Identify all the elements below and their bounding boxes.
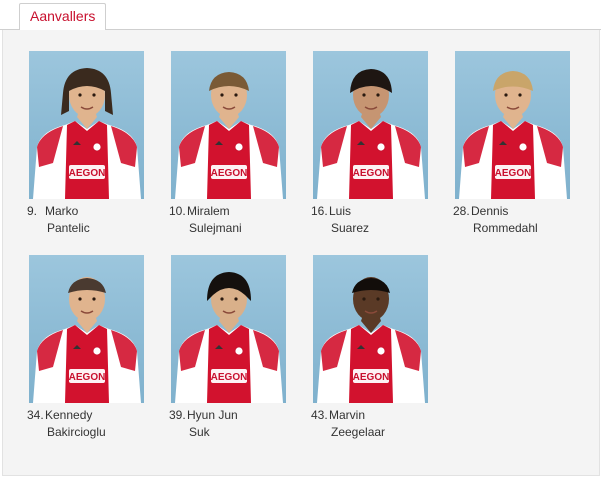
player-card[interactable]: AEGON 10. Miralem Sulejmani — [169, 51, 309, 237]
player-last-name: Rommedahl — [473, 221, 538, 235]
player-first-name: Kennedy — [45, 408, 93, 422]
player-photo[interactable]: AEGON — [171, 255, 286, 403]
svg-text:AEGON: AEGON — [211, 168, 248, 179]
player-portrait: AEGON — [175, 272, 283, 403]
player-card[interactable]: AEGON 39. Hyun Jun Suk — [169, 255, 309, 441]
player-last-name: Zeegelaar — [331, 425, 386, 439]
player-card[interactable]: AEGON 34. Kennedy Bakircioglu — [27, 255, 167, 441]
player-first-name: Miralem — [187, 204, 230, 218]
svg-text:AEGON: AEGON — [353, 168, 390, 179]
player-caption: 16. Luis Suarez — [311, 203, 451, 237]
player-first-name: Marko — [45, 204, 79, 218]
player-caption: 28. Dennis Rommedahl — [453, 203, 593, 237]
player-portrait: AEGON — [175, 72, 283, 199]
player-caption: 34. Kennedy Bakircioglu — [27, 407, 167, 441]
player-photo[interactable]: AEGON — [313, 255, 428, 403]
tab-bar: Aanvallers — [0, 0, 601, 31]
player-photo[interactable]: AEGON — [313, 51, 428, 199]
player-number: 43. — [311, 408, 328, 422]
player-photo[interactable]: AEGON — [171, 51, 286, 199]
player-photo[interactable]: AEGON — [29, 255, 144, 403]
player-number: 16. — [311, 204, 328, 218]
player-caption: 9. Marko Pantelic — [27, 203, 167, 237]
player-portrait: AEGON — [459, 71, 567, 199]
svg-text:AEGON: AEGON — [69, 168, 106, 179]
player-first-name: Luis — [329, 204, 352, 218]
player-last-name: Suarez — [331, 221, 370, 235]
svg-text:AEGON: AEGON — [495, 168, 532, 179]
player-number: 34. — [27, 408, 44, 422]
player-last-name: Bakircioglu — [47, 425, 106, 439]
player-caption: 43. Marvin Zeegelaar — [311, 407, 451, 441]
player-card[interactable]: AEGON 9. Marko Pantelic — [27, 51, 167, 237]
player-portrait: AEGON — [33, 277, 141, 403]
player-last-name: Pantelic — [47, 221, 90, 235]
player-number: 10. — [169, 204, 186, 218]
svg-text:AEGON: AEGON — [69, 372, 106, 383]
player-card[interactable]: AEGON 43. Marvin Zeegelaar — [311, 255, 451, 441]
player-caption: 39. Hyun Jun Suk — [169, 407, 309, 441]
player-first-name: Dennis — [471, 204, 509, 218]
player-card[interactable]: AEGON 28. Dennis Rommedahl — [453, 51, 593, 237]
player-number: 39. — [169, 408, 186, 422]
player-first-name: Marvin — [329, 408, 366, 422]
player-portrait: AEGON — [317, 69, 425, 199]
player-card[interactable]: AEGON 16. Luis Suarez — [311, 51, 451, 237]
player-last-name: Suk — [189, 425, 210, 439]
player-last-name: Sulejmani — [189, 221, 242, 235]
tab-aanvallers[interactable]: Aanvallers — [19, 3, 107, 31]
svg-text:AEGON: AEGON — [353, 372, 390, 383]
player-number: 28. — [453, 204, 470, 218]
player-first-name: Hyun Jun — [187, 408, 238, 422]
player-photo[interactable]: AEGON — [455, 51, 570, 199]
svg-text:AEGON: AEGON — [211, 372, 248, 383]
player-portrait: AEGON — [33, 68, 141, 199]
player-number: 9. — [27, 204, 38, 218]
player-portrait: AEGON — [317, 277, 425, 403]
players-panel: AEGON 9. Marko Pantelic AEGON 10. Miralem … — [2, 30, 600, 476]
player-caption: 10. Miralem Sulejmani — [169, 203, 309, 237]
player-photo[interactable]: AEGON — [29, 51, 144, 199]
